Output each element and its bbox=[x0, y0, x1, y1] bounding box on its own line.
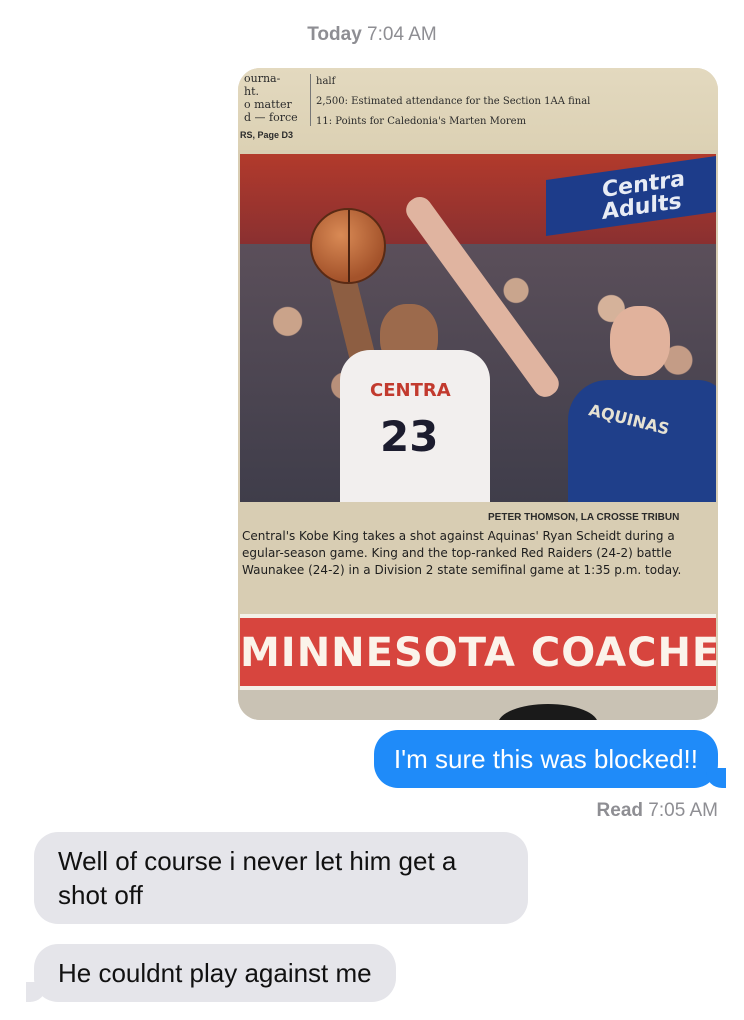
image-message[interactable]: ourna- ht. o matter d — force half 2,500… bbox=[238, 68, 718, 720]
newspaper-divider bbox=[310, 74, 311, 126]
newspaper-text: d — force bbox=[244, 111, 298, 124]
newspaper-bottom bbox=[238, 690, 718, 720]
shooter-jersey: CENTRA 23 bbox=[340, 350, 490, 502]
newspaper-section-ref: RS, Page D3 bbox=[240, 130, 294, 140]
incoming-message[interactable]: Well of course i never let him get a sho… bbox=[34, 832, 528, 924]
jersey-team-left: CENTRA bbox=[370, 380, 451, 401]
timestamp-time: 7:04 AM bbox=[367, 24, 437, 45]
newspaper-header: ourna- ht. o matter d — force half 2,500… bbox=[238, 68, 718, 150]
outgoing-message-text: I'm sure this was blocked!! bbox=[393, 744, 698, 774]
photo-credit: PETER THOMSON, LA CROSSE TRIBUN bbox=[488, 512, 680, 523]
incoming-message-text: He couldnt play against me bbox=[58, 958, 372, 988]
defender-jersey: AQUINAS bbox=[568, 380, 716, 502]
incoming-message[interactable]: He couldnt play against me bbox=[26, 944, 396, 1002]
newspaper-text: ht. bbox=[244, 85, 260, 98]
newspaper-stats: half 2,500: Estimated attendance for the… bbox=[316, 72, 590, 132]
incoming-message-text: Well of course i never let him get a sho… bbox=[58, 846, 457, 910]
read-time: 7:05 AM bbox=[648, 800, 718, 821]
banner-text: MINNESOTA COACHES bbox=[240, 630, 718, 676]
read-receipt: Read 7:05 AM bbox=[597, 800, 718, 822]
newspaper-stat: half bbox=[316, 76, 336, 87]
newspaper-text: ourna- bbox=[244, 72, 281, 85]
newspaper-stat: 11: Points for Caledonia's Marten Morem bbox=[316, 116, 527, 127]
conversation-timestamp: Today 7:04 AM bbox=[0, 24, 744, 46]
basketball-photo: Centra Adults CENTRA 23 AQUINAS bbox=[240, 154, 716, 502]
outgoing-message[interactable]: I'm sure this was blocked!! bbox=[373, 730, 727, 788]
defender-head bbox=[610, 306, 670, 376]
basketball bbox=[310, 208, 386, 284]
photo-caption: Central's Kobe King takes a shot against… bbox=[242, 529, 682, 577]
timestamp-day: Today bbox=[307, 24, 362, 45]
newspaper-banner: MINNESOTA COACHES bbox=[240, 614, 718, 690]
read-label: Read bbox=[596, 800, 643, 821]
newspaper-text: o matter bbox=[244, 98, 292, 111]
jersey-number-left: 23 bbox=[380, 412, 439, 461]
newspaper-left-column: ourna- ht. o matter d — force bbox=[244, 72, 314, 124]
jersey-team-right: AQUINAS bbox=[586, 400, 672, 439]
newspaper-stat: 2,500: Estimated attendance for the Sect… bbox=[316, 96, 591, 107]
